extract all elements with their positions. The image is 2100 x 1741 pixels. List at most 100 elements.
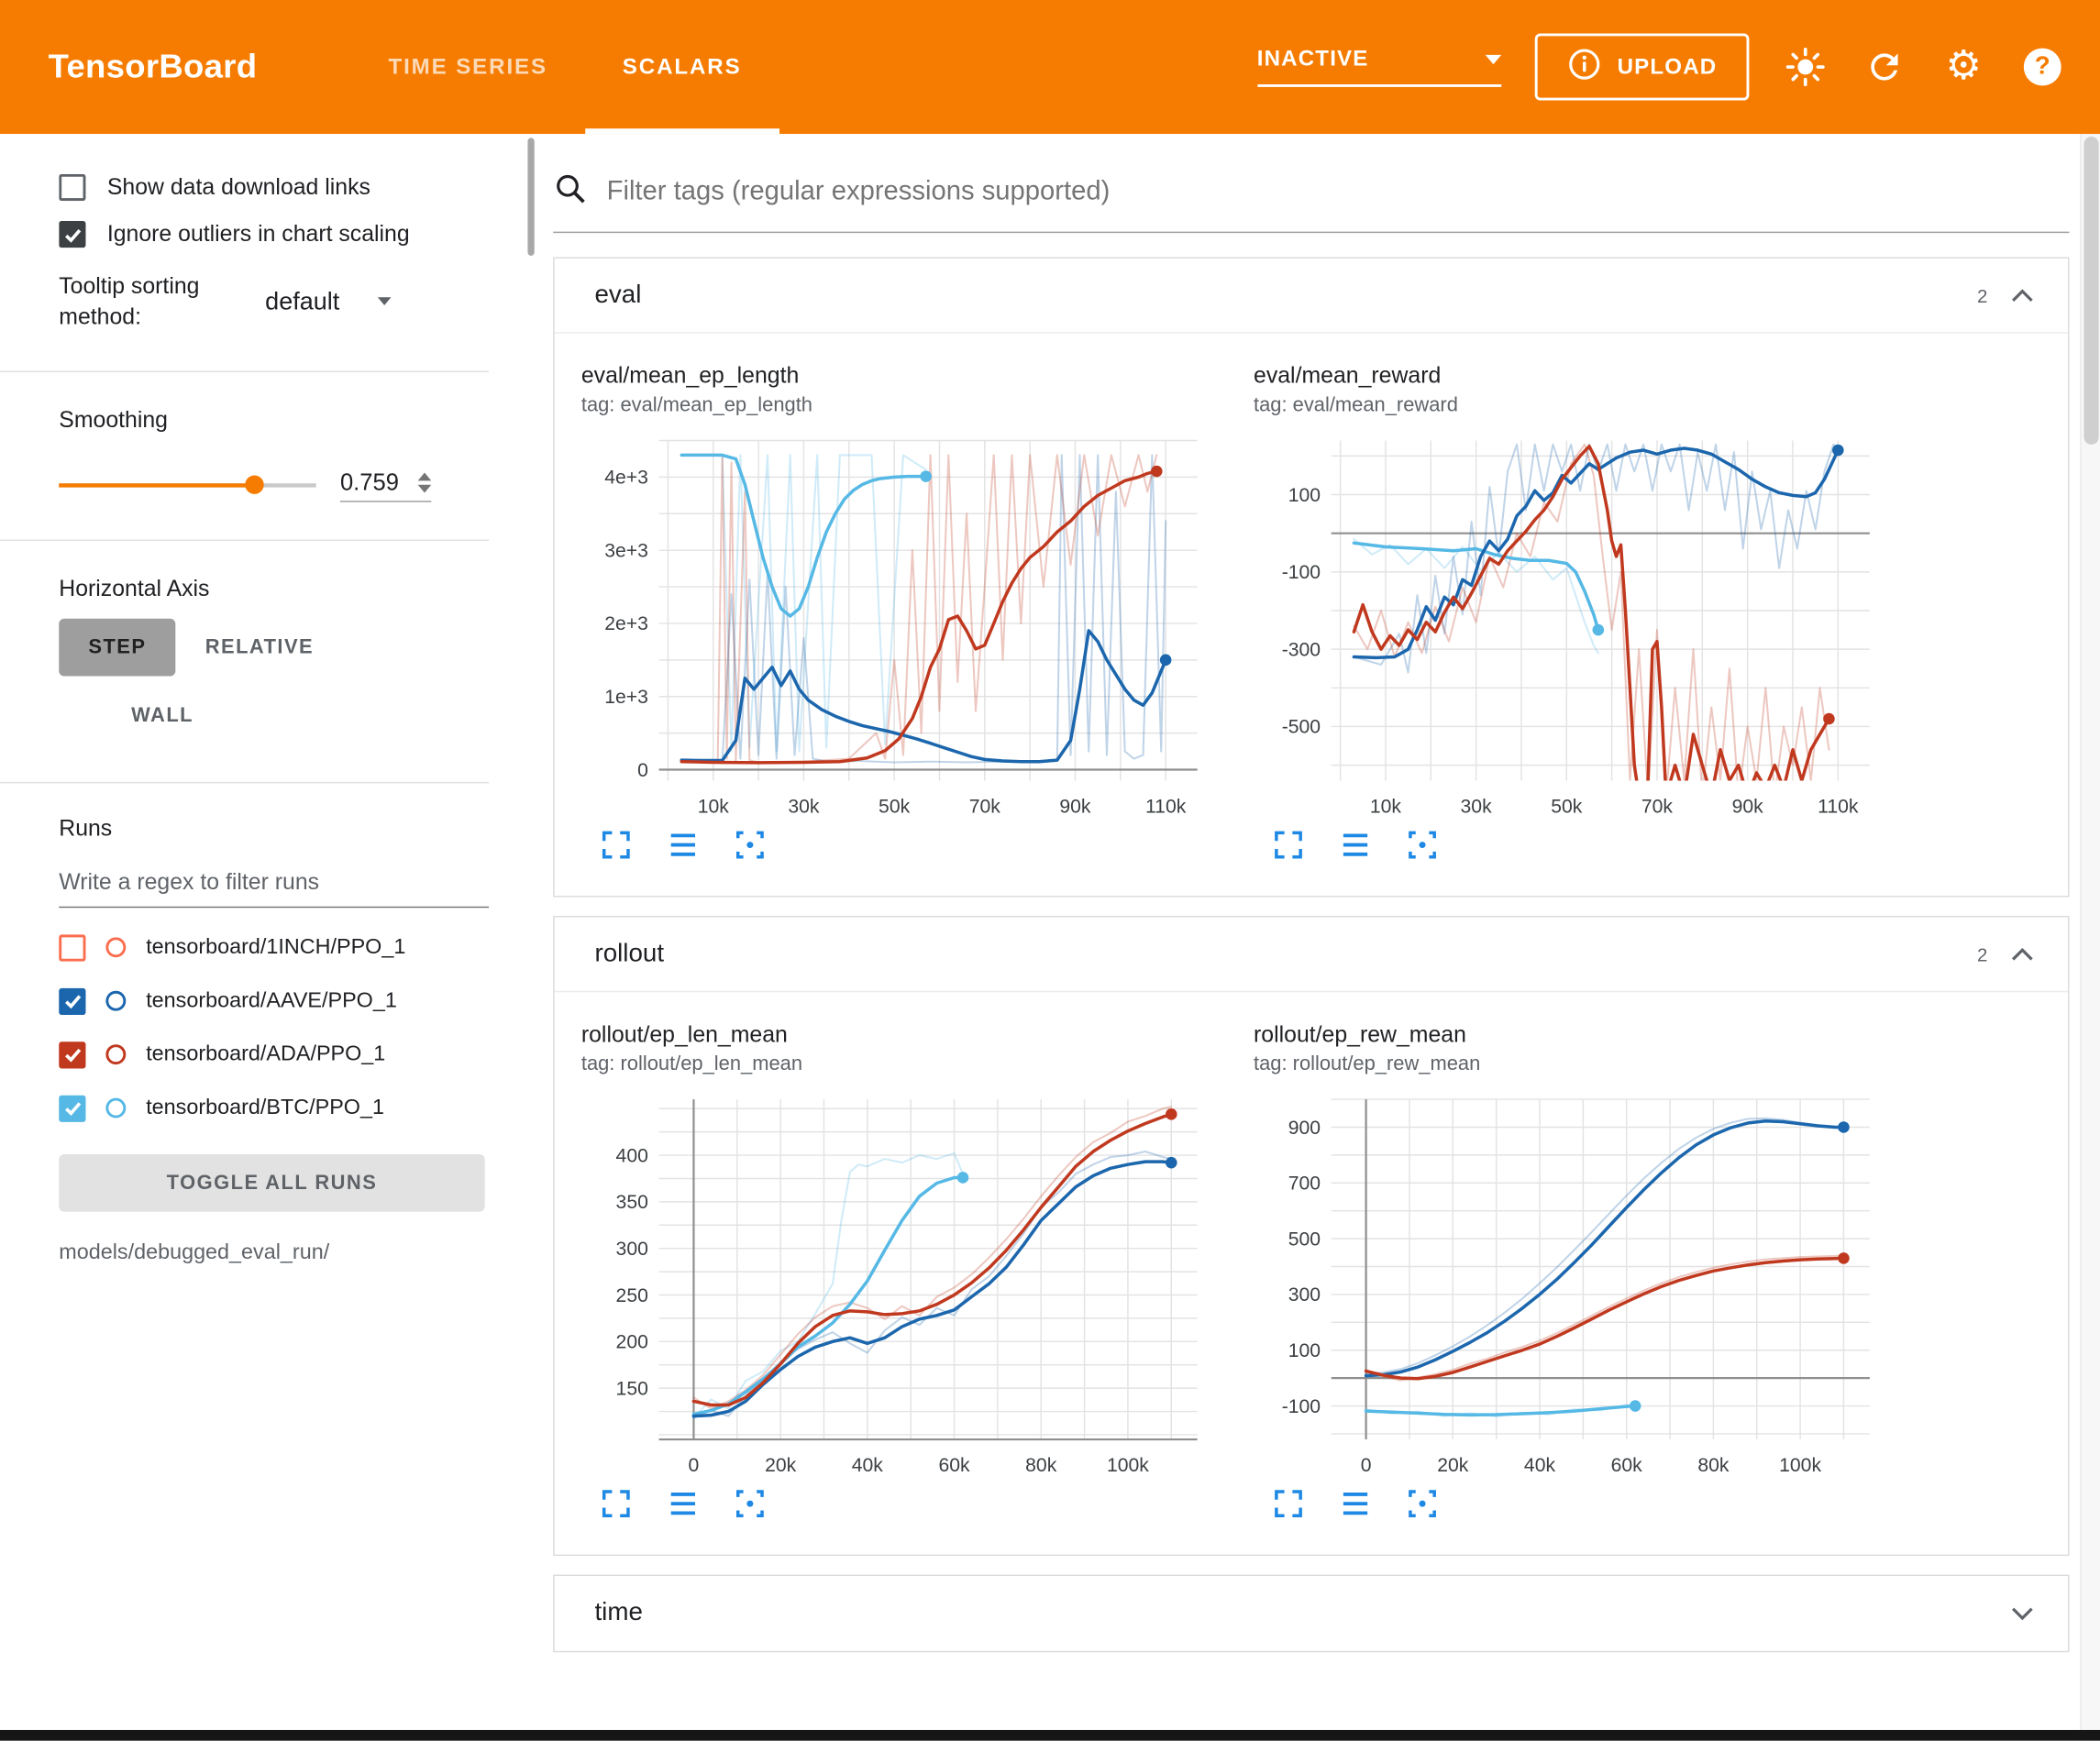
chart-title: eval/mean_reward <box>1254 363 1905 390</box>
upload-button[interactable]: UPLOAD <box>1534 34 1749 101</box>
smoothing-slider-thumb[interactable] <box>245 476 263 494</box>
run-row[interactable]: tensorboard/AAVE/PPO_1 <box>59 975 489 1028</box>
section-count: 2 <box>1977 284 1987 305</box>
chart-title: rollout/ep_len_mean <box>581 1021 1232 1048</box>
log-axis-lines-icon[interactable] <box>1340 1488 1372 1520</box>
chart-card: eval/mean_ep_length tag: eval/mean_ep_le… <box>581 363 1232 861</box>
tab-scalars[interactable]: SCALARS <box>585 0 779 134</box>
run-color-circle <box>105 991 126 1011</box>
smoothing-slider[interactable] <box>59 472 315 499</box>
toggle-all-runs-button[interactable]: TOGGLE ALL RUNS <box>59 1154 484 1212</box>
main-scrollbar-thumb[interactable] <box>2084 137 2099 445</box>
section-header[interactable]: rollout 2 <box>555 917 2068 992</box>
chart-plot[interactable]: 020k40k60k80k100k-100100300500700900 <box>1254 1084 1883 1485</box>
brightness-icon[interactable] <box>1783 44 1829 90</box>
section-card: rollout 2 rollout/ep_len_mean tag: rollo… <box>553 916 2069 1556</box>
run-row[interactable]: tensorboard/1INCH/PPO_1 <box>59 921 489 975</box>
svg-text:4e+3: 4e+3 <box>604 468 648 489</box>
help-icon[interactable]: ? <box>2019 44 2065 90</box>
app: TensorBoard TIME SERIES SCALARS INACTIVE… <box>0 0 2100 1741</box>
refresh-icon[interactable] <box>1862 44 1907 90</box>
chevron-down-icon[interactable] <box>2009 1605 2036 1622</box>
axis-button-wall[interactable]: WALL <box>102 687 223 744</box>
sections: eval 2 eval/mean_ep_length tag: eval/mea… <box>553 257 2069 1652</box>
run-checkbox[interactable] <box>59 1096 85 1122</box>
run-checkbox[interactable] <box>59 1041 85 1068</box>
show-download-checkbox[interactable] <box>59 174 85 201</box>
smoothing-value-input[interactable] <box>340 468 410 497</box>
svg-text:30k: 30k <box>788 797 820 818</box>
expand-chart-icon[interactable] <box>600 1488 632 1520</box>
chevron-up-icon[interactable] <box>2009 287 2036 303</box>
show-download-row[interactable]: Show data download links <box>59 174 489 201</box>
svg-text:900: 900 <box>1288 1118 1321 1139</box>
tab-time-series[interactable]: TIME SERIES <box>351 0 585 134</box>
runs-list: tensorboard/1INCH/PPO_1 tensorboard/AAVE… <box>59 921 489 1136</box>
expand-chart-icon[interactable] <box>600 829 632 861</box>
stepper-icon[interactable] <box>418 472 432 492</box>
svg-text:10k: 10k <box>1370 797 1402 818</box>
run-color-circle <box>105 1045 126 1065</box>
chart-plot[interactable]: 10k30k50k70k90k110k100-100-300-500 <box>1254 424 1883 826</box>
tooltip-sorting-dropdown[interactable]: default <box>262 281 392 325</box>
svg-text:50k: 50k <box>879 797 911 818</box>
tab-bar: TIME SERIES SCALARS <box>351 0 779 134</box>
smoothing-slider-fill <box>59 484 254 488</box>
axis-button-relative[interactable]: RELATIVE <box>176 619 344 677</box>
chart-toolbar <box>1272 1488 1904 1520</box>
fit-domain-icon[interactable] <box>1407 829 1439 861</box>
chart-plot[interactable]: 020k40k60k80k100k150200250300350400 <box>581 1084 1210 1485</box>
divider <box>0 539 489 540</box>
fit-domain-icon[interactable] <box>734 829 766 861</box>
run-color-circle <box>105 1098 126 1118</box>
ignore-outliers-checkbox[interactable] <box>59 221 85 248</box>
filter-tags-input[interactable] <box>607 177 2070 208</box>
section-card: time <box>553 1575 2069 1653</box>
expand-chart-icon[interactable] <box>1272 829 1304 861</box>
svg-text:70k: 70k <box>1641 797 1674 818</box>
svg-text:110k: 110k <box>1818 797 1859 818</box>
divider <box>0 782 489 783</box>
svg-text:-300: -300 <box>1282 639 1321 660</box>
runs-filter-input[interactable] <box>59 866 489 908</box>
section-header[interactable]: time <box>555 1576 2068 1651</box>
log-axis-lines-icon[interactable] <box>667 1488 699 1520</box>
svg-text:250: 250 <box>616 1285 648 1306</box>
status-dropdown[interactable]: INACTIVE <box>1257 47 1501 87</box>
log-axis-lines-icon[interactable] <box>667 829 699 861</box>
svg-text:90k: 90k <box>1059 797 1091 818</box>
log-axis-lines-icon[interactable] <box>1340 829 1372 861</box>
run-label: tensorboard/ADA/PPO_1 <box>146 1043 385 1067</box>
run-label: tensorboard/AAVE/PPO_1 <box>146 989 397 1013</box>
svg-text:1e+3: 1e+3 <box>604 687 648 708</box>
run-row[interactable]: tensorboard/BTC/PPO_1 <box>59 1082 489 1135</box>
run-checkbox[interactable] <box>59 988 85 1015</box>
main-content: eval 2 eval/mean_ep_length tag: eval/mea… <box>543 134 2081 1730</box>
ignore-outliers-row[interactable]: Ignore outliers in chart scaling <box>59 221 489 248</box>
run-checkbox[interactable] <box>59 934 85 961</box>
svg-text:150: 150 <box>616 1378 648 1399</box>
axis-button-step[interactable]: STEP <box>59 619 175 677</box>
fit-domain-icon[interactable] <box>734 1488 766 1520</box>
section-card: eval 2 eval/mean_ep_length tag: eval/mea… <box>553 257 2069 897</box>
tooltip-sorting-value: default <box>265 286 339 315</box>
ignore-outliers-label: Ignore outliers in chart scaling <box>107 221 410 248</box>
svg-text:-500: -500 <box>1282 717 1321 738</box>
settings-gear-icon[interactable]: ⚙ <box>1940 44 1986 90</box>
svg-text:80k: 80k <box>1697 1455 1730 1476</box>
fit-domain-icon[interactable] <box>1407 1488 1439 1520</box>
chevron-up-icon[interactable] <box>2009 946 2036 963</box>
section-header[interactable]: eval 2 <box>555 259 2068 334</box>
run-row[interactable]: tensorboard/ADA/PPO_1 <box>59 1028 489 1081</box>
caret-down-icon <box>1485 55 1501 64</box>
chart-tag: tag: rollout/ep_len_mean <box>581 1052 1232 1075</box>
expand-chart-icon[interactable] <box>1272 1488 1304 1520</box>
svg-text:40k: 40k <box>852 1455 884 1476</box>
chart-toolbar <box>1272 829 1904 861</box>
main-scrollbar[interactable] <box>2080 134 2100 1730</box>
search-icon <box>553 171 588 213</box>
chart-plot[interactable]: 10k30k50k70k90k110k01e+32e+33e+34e+3 <box>581 424 1210 826</box>
svg-text:0: 0 <box>689 1455 700 1476</box>
sidebar-scrollbar[interactable] <box>527 138 534 256</box>
runs-title: Runs <box>59 815 489 842</box>
